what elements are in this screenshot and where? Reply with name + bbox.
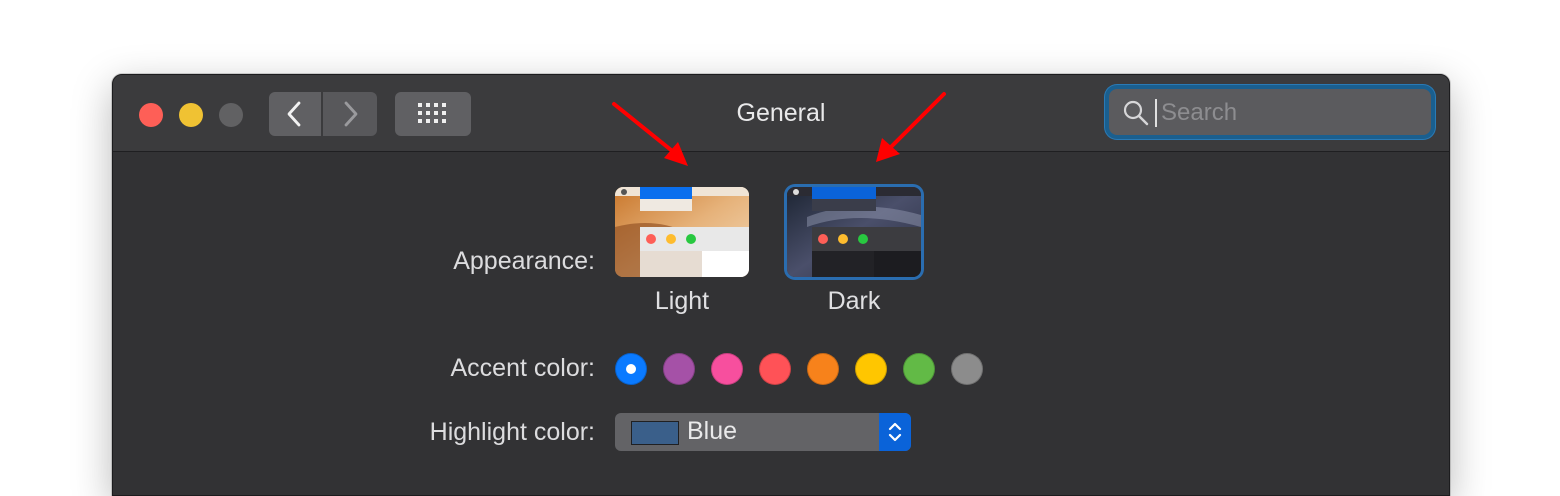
accent-swatch-green[interactable]: [903, 353, 935, 385]
accent-swatch-orange[interactable]: [807, 353, 839, 385]
back-button[interactable]: [269, 92, 321, 136]
search-field[interactable]: [1109, 89, 1431, 135]
annotation-arrow-dark: [876, 92, 946, 162]
forward-button[interactable]: [323, 92, 377, 136]
search-input[interactable]: [1159, 95, 1423, 131]
dark-wallpaper-thumbnail: [787, 187, 921, 277]
zoom-button[interactable]: [219, 103, 243, 127]
selected-dot-icon: [626, 364, 636, 374]
accent-swatch-blue[interactable]: [615, 353, 647, 385]
annotation-arrow-light: [612, 102, 688, 166]
highlight-color-label: Highlight color:: [429, 418, 595, 446]
highlight-color-popup[interactable]: Blue: [615, 413, 911, 451]
preferences-window: General Appearance:: [112, 74, 1450, 496]
up-down-chevron-icon: [888, 422, 902, 442]
appearance-light-label: Light: [654, 287, 710, 315]
back-chevron-icon: [287, 101, 301, 127]
magnifier-icon: [1123, 100, 1149, 126]
accent-swatch-purple[interactable]: [663, 353, 695, 385]
text-caret: [1155, 99, 1157, 127]
close-button[interactable]: [139, 103, 163, 127]
appearance-dark-label: Dark: [827, 287, 881, 315]
titlebar: General: [113, 75, 1449, 152]
popup-stepper[interactable]: [879, 413, 911, 451]
minimize-button[interactable]: [179, 103, 203, 127]
show-all-button[interactable]: [395, 92, 471, 136]
highlight-color-value: Blue: [687, 417, 738, 445]
accent-swatch-red[interactable]: [759, 353, 791, 385]
accent-swatch-yellow[interactable]: [855, 353, 887, 385]
accent-swatch-graphite[interactable]: [951, 353, 983, 385]
appearance-light-option[interactable]: [615, 187, 749, 277]
show-all-grid-icon: [418, 103, 446, 123]
accent-color-label: Accent color:: [450, 354, 595, 382]
appearance-label: Appearance:: [453, 247, 595, 275]
light-wallpaper-thumbnail: [615, 187, 749, 277]
forward-chevron-icon: [344, 101, 358, 127]
appearance-dark-option[interactable]: [787, 187, 921, 277]
accent-swatch-pink[interactable]: [711, 353, 743, 385]
highlight-color-chip: [631, 421, 679, 445]
window-title: General: [736, 99, 826, 127]
